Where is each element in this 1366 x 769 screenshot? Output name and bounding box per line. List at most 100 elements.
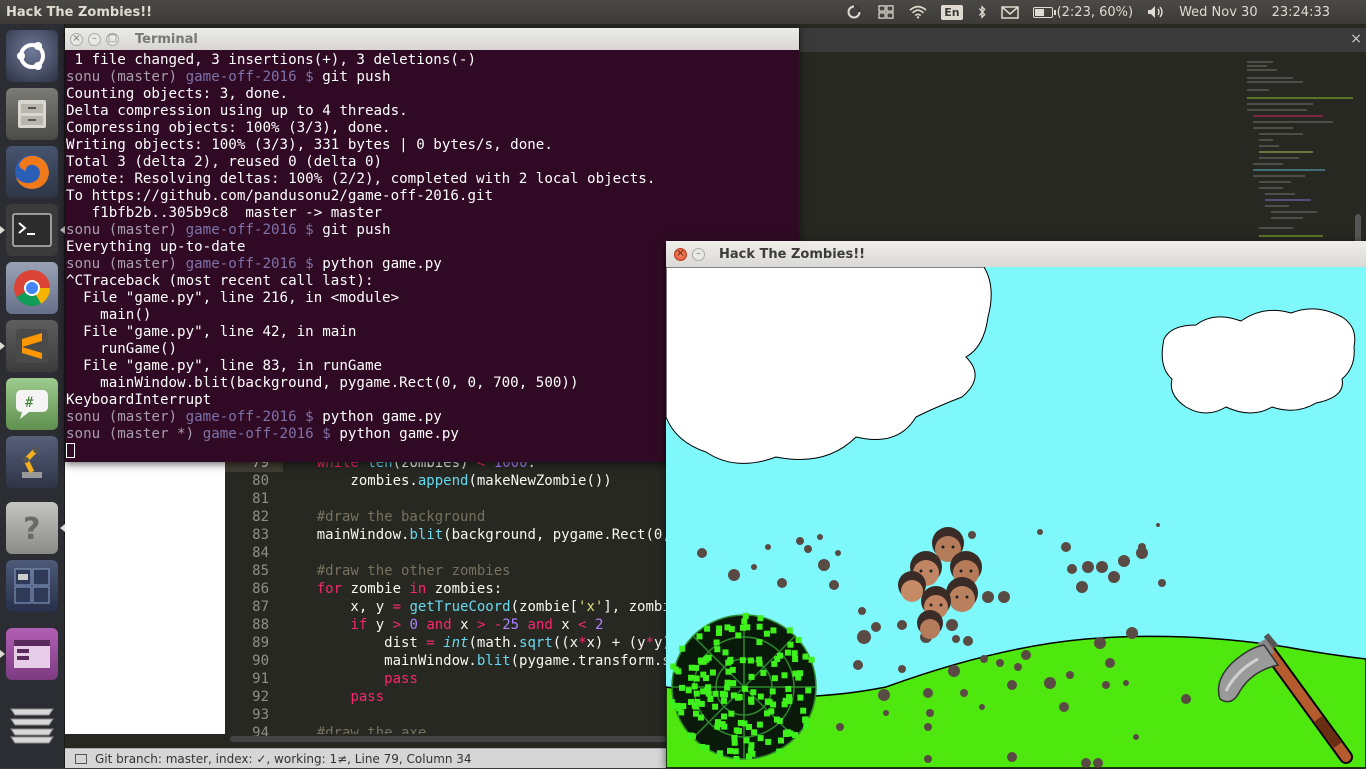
portal-sparkle [785,686,792,692]
portal-sparkle [709,669,716,676]
workspace-switcher-icon [14,568,50,604]
portal-sparkle [731,739,738,746]
chat-launcher[interactable]: # [6,378,58,430]
editor-sidebar [65,454,225,734]
trash-launcher[interactable] [6,696,58,748]
portal-sparkle [791,650,798,657]
code-line: pass [384,671,418,687]
workspace-switcher-launcher[interactable] [6,560,58,612]
dash-button[interactable] [6,30,58,82]
portal-sparkle [716,625,723,632]
editor-tab-bar[interactable]: × [800,28,1366,52]
workspaces-icon[interactable] [877,5,895,19]
sublime-launcher[interactable] [0,320,58,372]
sync-icon[interactable] [845,5,863,19]
portal-sparkle [802,716,809,723]
portal-sparkle [668,699,675,706]
close-tab-icon[interactable]: × [1350,31,1362,47]
portal-sparkle [795,637,802,643]
portal-sparkle [764,710,770,717]
line-number: 84 [252,545,269,561]
portal-sparkle [721,713,727,720]
portal-sparkle [748,673,755,680]
portal-sparkle [699,744,706,750]
game-window[interactable]: × – Hack The Zombies!! [666,241,1366,768]
portal-sparkle [757,735,764,742]
portal-sparkle [712,703,719,710]
ubuntu-logo-icon [17,42,45,70]
battery-text: (2:23, 60%) [1056,4,1134,20]
battery-indicator[interactable]: (2:23, 60%) [1032,4,1134,20]
terminal-titlebar[interactable]: × – □ Terminal [65,28,799,50]
portal-sparkle [742,612,749,619]
game-canvas[interactable] [666,267,1366,768]
game-window-launcher[interactable] [0,628,58,680]
portal-sparkle [679,645,686,652]
portal-sparkle [742,685,749,692]
code-line: for zombie in zombies: [316,581,503,597]
robot-app-launcher[interactable] [6,436,58,488]
svg-text:?: ? [23,512,40,546]
portal-sparkle [670,663,677,670]
terminal-cursor [66,443,75,458]
portal-sparkle [740,624,746,631]
keyboard-layout-indicator[interactable]: En [941,4,963,20]
terminal-output-line: Writing objects: 100% (3/3), 331 bytes |… [66,137,553,153]
portal-sparkle [792,656,799,662]
portal-sparkle [769,688,776,695]
game-close-icon[interactable]: × [674,247,687,261]
portal-sparkle [792,732,799,739]
portal-sparkle [714,723,721,730]
cloud-right [1161,308,1356,414]
terminal-output-line: f1bfb2b..305b9c8 master -> master [66,205,383,221]
wifi-icon[interactable] [909,5,927,19]
portal-sparkle [756,721,763,728]
code-line: #draw the other zombies [316,563,511,579]
minimize-icon[interactable]: – [88,32,101,46]
portal-sparkle [784,649,791,656]
portal-sparkle [733,756,740,762]
prompt-user: sonu [66,222,109,238]
portal-sparkle [727,747,733,754]
portal-sparkle [704,625,711,632]
portal-sparkle [697,714,704,721]
portal-sparkle [805,687,812,694]
volume-icon[interactable] [1147,5,1165,19]
date-label[interactable]: Wed Nov 30 [1179,5,1258,20]
prompt-branch: (master *) [108,426,203,442]
editor-minimap[interactable] [1233,58,1363,268]
editor-horizontal-scrollbar[interactable] [230,736,666,742]
portal-sparkle [703,675,709,681]
portal-sparkle [693,690,700,697]
panel-toggle-icon[interactable] [75,754,87,764]
portal-sparkle [781,672,788,679]
editor-gutter: 79 80 81 82 83 84 85 86 87 88 89 90 91 92 93 94 [225,454,283,741]
help-launcher[interactable]: ? [6,502,65,554]
game-titlebar[interactable]: × – Hack The Zombies!! [666,241,1366,267]
terminal-output-line: Total 3 (delta 2), reused 0 (delta 0) [66,154,383,170]
mail-icon[interactable] [1000,5,1019,19]
game-minimize-icon[interactable]: – [692,247,705,261]
line-number: 83 [252,527,269,543]
firefox-launcher[interactable] [6,146,58,198]
bluetooth-icon[interactable] [977,5,987,19]
chrome-launcher[interactable] [6,262,58,314]
chrome-icon [14,270,51,307]
prompt-branch: (master) [108,222,186,238]
maximize-icon[interactable]: □ [106,32,119,46]
clock-label[interactable]: 23:24:33 [1272,5,1330,20]
editor-code-area[interactable]: while len(zombies) < 1000: zombies.appen… [283,454,666,734]
close-icon[interactable]: × [70,32,83,46]
line-number: 80 [252,473,269,489]
files-launcher[interactable] [6,88,58,140]
terminal-launcher[interactable] [0,204,65,256]
portal-sparkle [732,748,739,755]
portal-sparkle [716,750,723,757]
cloud-left [666,267,992,464]
prompt-dir: game-off-2016 $ [202,426,340,442]
line-number: 82 [252,509,269,525]
terminal-icon [12,213,52,247]
prompt-user: sonu [66,409,109,425]
portal-sparkle [770,627,777,634]
code-line: pass [350,689,385,705]
